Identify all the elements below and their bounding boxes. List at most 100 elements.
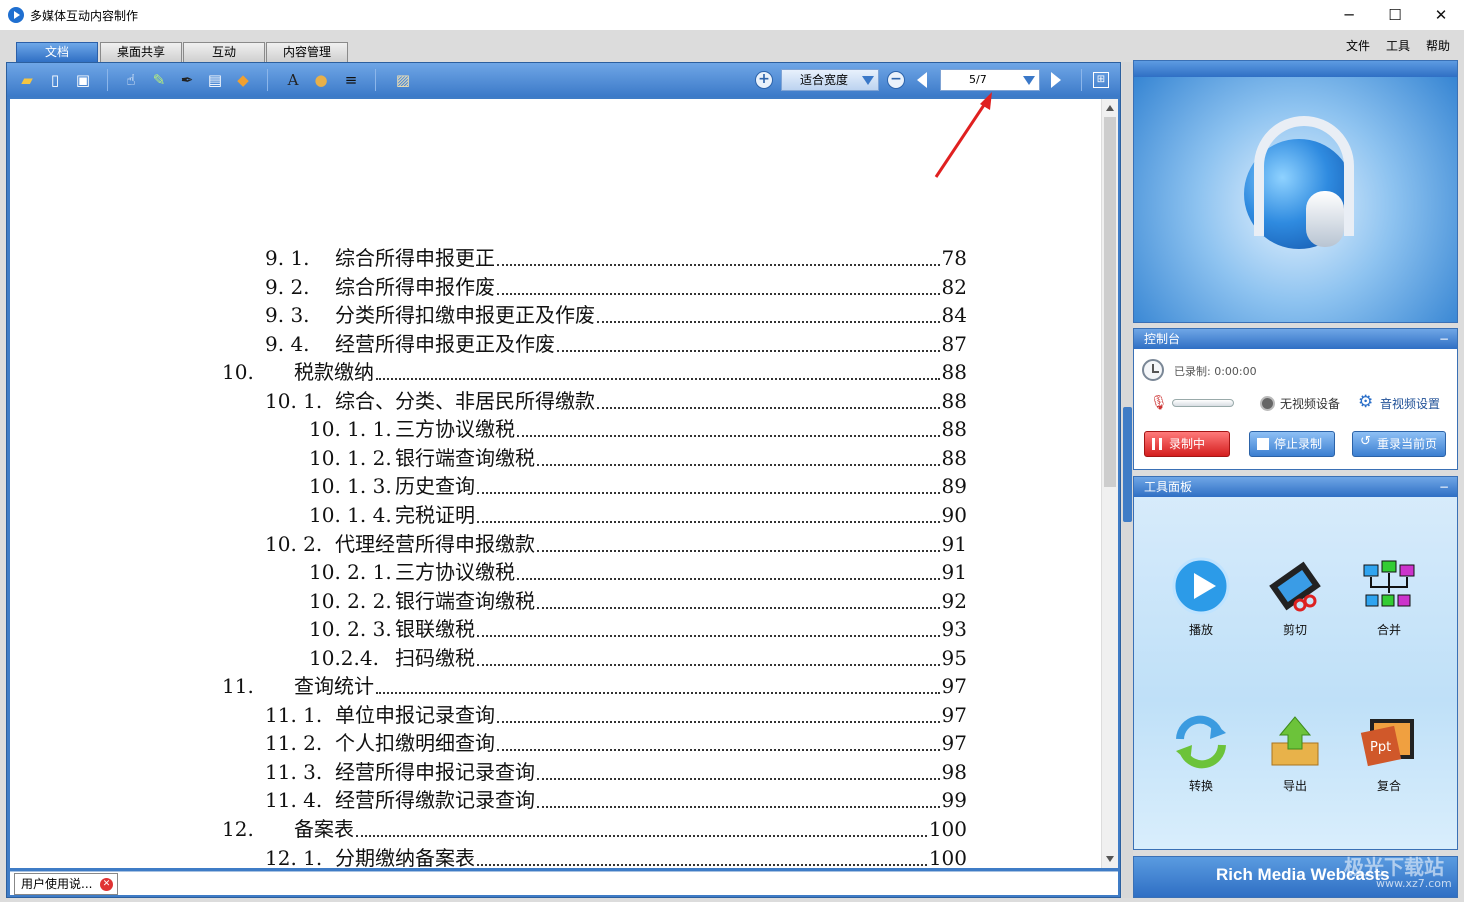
toc-number: 10. 2. 2.: [309, 589, 392, 613]
toc-page-number: 88: [941, 389, 967, 413]
minimize-button[interactable]: ─: [1326, 0, 1372, 30]
toc-title: 经营所得缴款记录查询: [335, 788, 535, 812]
toc-title: 综合所得申报更正: [335, 246, 495, 270]
toc-title: 税款缴纳: [294, 360, 374, 384]
insert-text-icon[interactable]: ▨: [393, 70, 413, 90]
toc-title: 扫码缴税: [395, 646, 475, 670]
eraser-icon[interactable]: ◆: [233, 70, 253, 90]
toc-page-number: 97: [941, 731, 967, 755]
text-box-icon[interactable]: ▤: [205, 70, 225, 90]
film-cut-icon: [1266, 557, 1324, 615]
toc-number: 10.: [222, 360, 254, 384]
toc-entry: 12. 备案表 100: [222, 816, 967, 842]
tool-convert[interactable]: 转换: [1161, 713, 1241, 794]
prev-page-icon[interactable]: [917, 72, 927, 88]
video-panel-header: [1134, 61, 1457, 77]
toc-leader-dots: [477, 521, 940, 523]
toc-number: 10. 1. 4.: [309, 503, 392, 527]
zoom-select-value: 适合宽度: [800, 73, 849, 87]
convert-icon: [1172, 713, 1230, 771]
toc-entry: 10. 税款缴纳 88: [222, 359, 967, 385]
tab-desktop-share[interactable]: 桌面共享: [100, 42, 182, 62]
toc-leader-dots: [537, 550, 940, 552]
control-panel: 控制台 − 已录制: 0:00:00 🎙 无视频设备 ⚙ 音视频设置 录制中 停…: [1133, 328, 1458, 470]
tool-cut[interactable]: 剪切: [1255, 557, 1335, 638]
undo-icon: ↺: [1360, 434, 1371, 449]
ppt-composite-icon: Ppt: [1360, 713, 1418, 771]
zoom-out-icon[interactable]: −: [887, 71, 905, 89]
pen-icon[interactable]: ✒: [177, 70, 197, 90]
toc-entry: 11. 3. 经营所得申报记录查询 98: [265, 759, 967, 785]
toc-entry: 11. 查询统计 97: [222, 673, 967, 699]
menu-file[interactable]: 文件: [1346, 37, 1370, 54]
vertical-scrollbar[interactable]: [1101, 99, 1118, 868]
next-page-icon[interactable]: [1051, 72, 1061, 88]
toc-entry: 9. 2. 综合所得申报作废 82: [265, 274, 967, 300]
app-logo-icon: [8, 7, 24, 23]
recording-button[interactable]: 录制中: [1144, 431, 1230, 457]
line-width-icon[interactable]: ≡: [341, 70, 361, 90]
toc-leader-dots: [376, 378, 940, 380]
document-tab[interactable]: 用户使用说... ✕: [14, 873, 118, 895]
tool-composite[interactable]: Ppt 复合: [1349, 713, 1429, 794]
rerecord-page-button[interactable]: ↺ 重录当前页: [1352, 431, 1446, 457]
toc-number: 11. 2.: [265, 731, 323, 755]
toc-page-number: 82: [941, 275, 967, 299]
highlighter-icon[interactable]: ✎: [149, 70, 169, 90]
toc-entry: 9. 3. 分类所得扣缴申报更正及作废 84: [265, 302, 967, 328]
page-select[interactable]: 5/7: [940, 69, 1040, 91]
no-video-device[interactable]: 无视频设备: [1260, 395, 1340, 412]
toc-number: 11. 4.: [265, 788, 323, 812]
stop-recording-button[interactable]: 停止录制: [1249, 431, 1335, 457]
screen-capture-icon[interactable]: ▣: [73, 70, 93, 90]
collapse-icon[interactable]: −: [1439, 329, 1449, 349]
volume-slider[interactable]: [1172, 399, 1234, 407]
palette-icon[interactable]: ●: [311, 70, 331, 90]
toc-entry: 10.2.4. 扫码缴税 95: [309, 645, 967, 671]
tool-merge[interactable]: 合并: [1349, 557, 1429, 638]
close-button[interactable]: ✕: [1418, 0, 1464, 30]
collapse-icon[interactable]: −: [1439, 477, 1449, 497]
toc-leader-dots: [537, 778, 940, 780]
recorded-time: 已录制: 0:00:00: [1174, 365, 1257, 378]
panel-splitter[interactable]: [1122, 62, 1133, 898]
toc-number: 10. 2. 1.: [309, 560, 392, 584]
font-icon[interactable]: A: [283, 70, 303, 90]
toc-entry: 10. 2. 1. 三方协议缴税 91: [309, 559, 967, 585]
tab-content-management[interactable]: 内容管理: [266, 42, 348, 62]
maximize-button[interactable]: ☐: [1372, 0, 1418, 30]
hand-tool-icon[interactable]: ☝: [121, 70, 141, 90]
av-settings-link[interactable]: ⚙ 音视频设置: [1358, 394, 1441, 412]
toc-entry: 9. 1. 综合所得申报更正 78: [265, 245, 967, 271]
zoom-in-icon[interactable]: +: [755, 71, 773, 89]
toc-number: 9. 4.: [265, 332, 310, 356]
zoom-select[interactable]: 适合宽度: [781, 69, 879, 91]
toc-leader-dots: [597, 407, 940, 409]
tab-interaction[interactable]: 互动: [183, 42, 265, 62]
tool-play[interactable]: 播放: [1161, 557, 1241, 638]
toc-entry: 10. 1. 4. 完税证明 90: [309, 502, 967, 528]
toc-leader-dots: [477, 864, 927, 866]
fullscreen-icon[interactable]: ⊞: [1093, 72, 1109, 88]
av-settings-label: 音视频设置: [1380, 397, 1441, 411]
scrollbar-thumb[interactable]: [1104, 117, 1116, 487]
scroll-down-icon[interactable]: [1106, 856, 1114, 862]
toc-entry: 11. 4. 经营所得缴款记录查询 99: [265, 787, 967, 813]
toc-title: 银行端查询缴税: [395, 589, 535, 613]
document-viewer[interactable]: 9. 1. 综合所得申报更正 78 9. 2. 综合所得申报作废 82 9. 3. 分类所得扣…: [10, 99, 1118, 868]
splitter-handle[interactable]: [1123, 407, 1132, 522]
watermark-url: www.xz7.com: [1376, 877, 1452, 890]
tool-export[interactable]: 导出: [1255, 713, 1335, 794]
toc-number: 10. 1.: [265, 389, 323, 413]
menu-tools[interactable]: 工具: [1386, 37, 1410, 54]
scroll-up-icon[interactable]: [1106, 105, 1114, 111]
toc-page-number: 100: [928, 817, 967, 841]
tab-document[interactable]: 文档: [16, 42, 98, 62]
open-folder-icon[interactable]: ▰: [17, 70, 37, 90]
control-panel-title: 控制台: [1144, 332, 1181, 346]
microphone-muted-icon[interactable]: 🎙: [1150, 395, 1168, 411]
new-page-icon[interactable]: ▯: [45, 70, 65, 90]
tab-row: 文档 桌面共享 互动 内容管理 文件 工具 帮助: [0, 30, 1464, 62]
menu-help[interactable]: 帮助: [1426, 37, 1450, 54]
close-icon[interactable]: ✕: [100, 878, 113, 891]
